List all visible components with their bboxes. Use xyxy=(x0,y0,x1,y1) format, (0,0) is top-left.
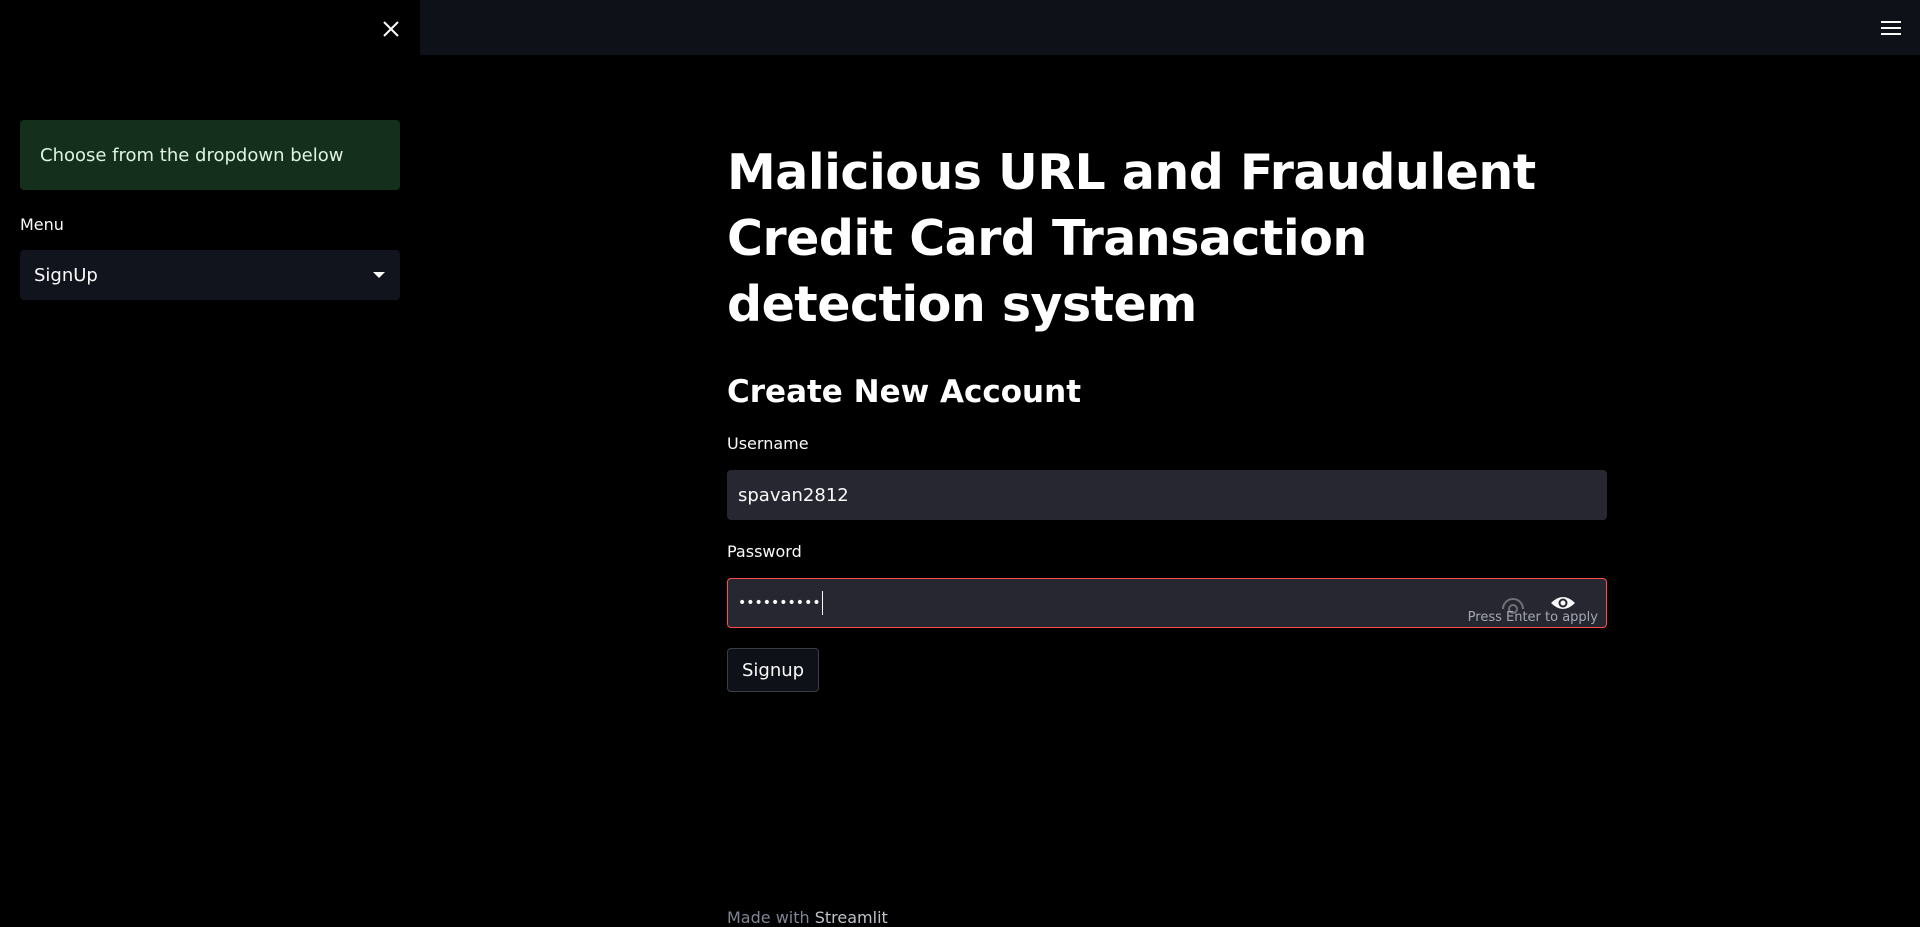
press-enter-hint: Press Enter to apply xyxy=(1467,610,1598,625)
menu-select-value: SignUp xyxy=(34,264,98,286)
signup-button[interactable]: Signup xyxy=(727,648,820,692)
streamlit-link[interactable]: Streamlit xyxy=(815,908,888,927)
username-value: spavan2812 xyxy=(738,484,849,506)
password-input[interactable]: •••••••••• Press Enter to apply xyxy=(727,578,1607,628)
password-value: •••••••••• xyxy=(738,595,821,611)
info-alert-text: Choose from the dropdown below xyxy=(40,144,344,166)
username-input[interactable]: spavan2812 xyxy=(727,470,1607,520)
menu-select[interactable]: SignUp xyxy=(20,250,400,300)
username-label: Username xyxy=(727,434,809,453)
main-content: Malicious URL and Fraudulent Credit Card… xyxy=(727,140,1607,692)
page-title: Malicious URL and Fraudulent Credit Card… xyxy=(727,144,1536,333)
menu-label: Menu xyxy=(20,215,64,234)
top-header xyxy=(420,0,1920,55)
hamburger-icon xyxy=(1881,21,1901,35)
footer: Made with Streamlit xyxy=(727,908,888,927)
info-alert: Choose from the dropdown below xyxy=(20,120,400,190)
section-heading: Create New Account xyxy=(727,374,1082,410)
main-menu-button[interactable] xyxy=(1878,16,1904,40)
footer-made-with: Made with xyxy=(727,908,810,927)
password-label: Password xyxy=(727,542,802,561)
close-icon xyxy=(383,21,399,37)
text-cursor xyxy=(821,591,823,615)
close-sidebar-button[interactable] xyxy=(378,16,404,42)
caret-down-icon xyxy=(373,272,385,278)
sidebar: Choose from the dropdown below Menu Sign… xyxy=(0,0,420,926)
